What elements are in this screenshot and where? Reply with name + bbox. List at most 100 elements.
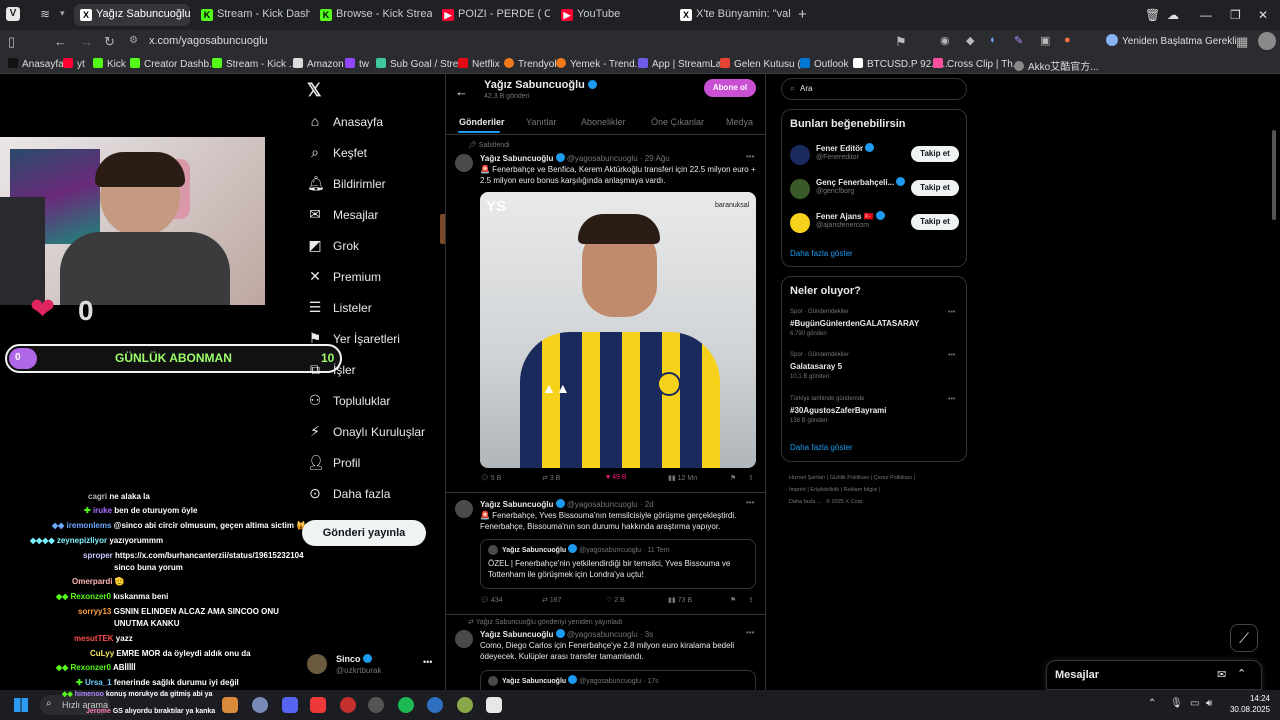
tab-posts[interactable]: Gönderiler	[459, 117, 505, 127]
share-icon[interactable]: ⇪	[748, 474, 754, 482]
follow-button[interactable]: Takip et	[911, 146, 959, 162]
more-icon[interactable]: •••	[746, 628, 754, 637]
tab-kick-dashboard[interactable]: KStream - Kick Dashboard	[195, 4, 310, 26]
bookmark-item[interactable]: yt	[63, 58, 85, 70]
bookmark-item[interactable]: Sub Goal / Stre...	[376, 58, 467, 70]
bookmark-item[interactable]: Kick	[93, 58, 126, 70]
x-logo-icon[interactable]: 𝕏	[307, 80, 322, 101]
new-message-icon[interactable]: ✉	[1217, 668, 1226, 681]
bookmark-item[interactable]: Outlook	[800, 58, 848, 70]
messages-drawer[interactable]: Mesajlar ✉ ⌃	[1046, 660, 1262, 690]
post[interactable]: 📌︎ Sabitlendi Yağız Sabuncuoğlu @yagosab…	[446, 136, 765, 486]
maximize-icon[interactable]: ❐	[1230, 8, 1241, 22]
vivaldi-icon[interactable]	[310, 697, 326, 713]
search-input[interactable]: ⌕ Ara	[781, 78, 967, 100]
vivaldi-menu-icon[interactable]: V	[6, 7, 20, 21]
repost-button[interactable]: ⇄ 3 B	[542, 474, 560, 482]
bookmark-item[interactable]: Creator Dashb...	[130, 58, 217, 70]
chevron-up-icon[interactable]: ⌃	[1237, 667, 1246, 680]
network-icon[interactable]: ▭	[1190, 698, 1199, 709]
taskbar-app-icon[interactable]	[222, 697, 238, 713]
tab-x-post[interactable]: XX'te Bünyamin: "valo dediğ	[674, 4, 790, 26]
tab-youtube-poizi[interactable]: ▶POIZI - PERDE ( Official Au	[436, 4, 550, 26]
close-icon[interactable]: ✕	[1258, 8, 1268, 22]
trend-item[interactable]: Spor · Gündemdekiler #BugünGünlerdenGALA…	[782, 309, 968, 343]
footer-link[interactable]: Reklam bilgisi	[844, 487, 878, 493]
chevron-up-icon[interactable]: ⌃	[1148, 698, 1156, 709]
show-more-link[interactable]: Daha fazla göster	[790, 443, 853, 452]
cloud-sync-icon[interactable]: ☁	[1167, 8, 1179, 22]
microphone-icon[interactable]: 🎙︎	[1170, 698, 1183, 709]
views-button[interactable]: ▮▮ 12 Mn	[668, 474, 697, 482]
post-image[interactable]: YS baranuksal ▲▲	[480, 192, 756, 468]
reply-button[interactable]: 💬︎ 5 B	[480, 474, 501, 482]
suggestion-item[interactable]: Genç Fenerbahçeli... @gencfborg Takip et	[782, 176, 968, 206]
bookmark-item[interactable]: Netflix	[458, 58, 500, 70]
extension-icon[interactable]: ▣	[1040, 34, 1050, 47]
quoted-post[interactable]: Yağız Sabuncuoğlu @yagosabuncuoglu · 11 …	[480, 539, 756, 589]
quoted-post[interactable]: Yağız Sabuncuoğlu @yagosabuncuoglu · 17s	[480, 670, 756, 690]
bookmark-item[interactable]: Amazon	[293, 58, 344, 70]
bookmark-item[interactable]: Stream - Kick ...	[212, 58, 297, 70]
profile-avatar[interactable]	[1258, 32, 1276, 50]
footer-link[interactable]: Erişilebilirlik	[810, 487, 839, 493]
footer-link[interactable]: Hizmet Şartları	[789, 475, 825, 481]
discord-icon[interactable]	[282, 697, 298, 713]
bookmark-item[interactable]: tw	[345, 58, 369, 70]
scrollbar-thumb[interactable]	[1272, 130, 1276, 220]
taskbar-app-icon[interactable]	[457, 697, 473, 713]
reload-icon[interactable]: ↻	[104, 34, 115, 50]
more-icon[interactable]: •••	[746, 498, 754, 507]
tab-x-profile[interactable]: XYağız Sabuncuoğlu (@yago	[74, 4, 190, 26]
extension-icon[interactable]: ◆	[966, 34, 974, 47]
more-icon[interactable]: •••	[948, 396, 955, 403]
extension-icon[interactable]: ◉	[940, 34, 950, 47]
chevron-down-icon[interactable]: ▾	[60, 8, 65, 19]
tab-kick-browse[interactable]: KBrowse - Kick Streaming	[314, 4, 432, 26]
bookmark-item[interactable]: App | StreamLa...	[638, 58, 730, 70]
taskbar-app-icon[interactable]	[340, 697, 356, 713]
volume-icon[interactable]: 🔊︎	[1206, 698, 1212, 709]
post[interactable]: Yağız Sabuncuoğlu @yagosabuncuoglu · 2d …	[446, 494, 765, 612]
more-icon[interactable]: •••	[948, 309, 955, 316]
taskbar-app-icon[interactable]	[427, 697, 443, 713]
bookmark-icon[interactable]: ⚑	[895, 34, 907, 50]
trend-item[interactable]: Spor · Gündemdekiler Galatasaray 5 10,1 …	[782, 352, 968, 386]
new-tab-icon[interactable]: +	[798, 6, 807, 23]
bookmark-item[interactable]: Akko艾酷官方...	[1014, 58, 1099, 73]
follow-button[interactable]: Takip et	[911, 214, 959, 230]
tab-media[interactable]: Medya	[726, 117, 753, 127]
footer-link[interactable]: Çerez Politikası	[874, 475, 912, 481]
reply-button[interactable]: 💬︎ 434	[480, 596, 503, 604]
footer-link[interactable]: Imprint	[789, 487, 806, 493]
back-icon[interactable]: ←	[54, 34, 67, 49]
follow-button[interactable]: Takip et	[911, 180, 959, 196]
repost-button[interactable]: ⇄ 167	[542, 596, 562, 604]
suggestion-item[interactable]: Fener Ajans 🇹🇷 @ajansfenercom Takip et	[782, 210, 968, 240]
apps-icon[interactable]: ▦	[1236, 34, 1248, 50]
show-more-link[interactable]: Daha fazla göster	[790, 249, 853, 258]
tab-replies[interactable]: Yanıtlar	[526, 117, 556, 127]
bookmark-item[interactable]: Cross Clip | Th...	[933, 58, 1021, 70]
bookmark-item[interactable]: Gelen Kutusu (...	[720, 58, 809, 70]
post-button[interactable]: Gönderi yayınla	[302, 520, 426, 546]
extension-icon[interactable]: ◐	[990, 34, 997, 46]
suggestion-item[interactable]: Fener Editör @Fenereditor Takip et	[782, 142, 968, 172]
taskbar-app-icon[interactable]	[486, 697, 502, 713]
more-icon[interactable]: •••	[746, 152, 754, 161]
share-icon[interactable]: ⇪	[748, 596, 754, 604]
footer-link[interactable]: Gizlilik Politikası	[830, 475, 869, 481]
sidebar-toggle-icon[interactable]: ▯	[8, 34, 15, 50]
trend-item[interactable]: Türkiye tarihinde gündemde #30AgustosZaf…	[782, 396, 968, 430]
tab-stack-icon[interactable]: ≋	[40, 7, 50, 21]
account-switcher[interactable]: Sinco @ozkrtburak •••	[307, 652, 432, 678]
like-button[interactable]: ♥ 49 B	[606, 474, 627, 481]
subscribe-button[interactable]: Abone ol	[704, 79, 756, 97]
tab-youtube[interactable]: ▶ YouTube	[555, 4, 667, 26]
restart-required-button[interactable]: Yeniden Başlatma Gerekli	[1106, 34, 1237, 47]
minimize-icon[interactable]: —	[1200, 8, 1212, 22]
tab-highlights[interactable]: Öne Çıkanlar	[651, 117, 704, 127]
like-button[interactable]: ♡ 2 B	[606, 596, 625, 604]
url-input[interactable]: ⚙ x.com/yagosabuncuoglu	[125, 33, 915, 51]
post[interactable]: ⇄ Yağız Sabuncuoğlu gönderiyi yeniden ya…	[446, 616, 765, 690]
